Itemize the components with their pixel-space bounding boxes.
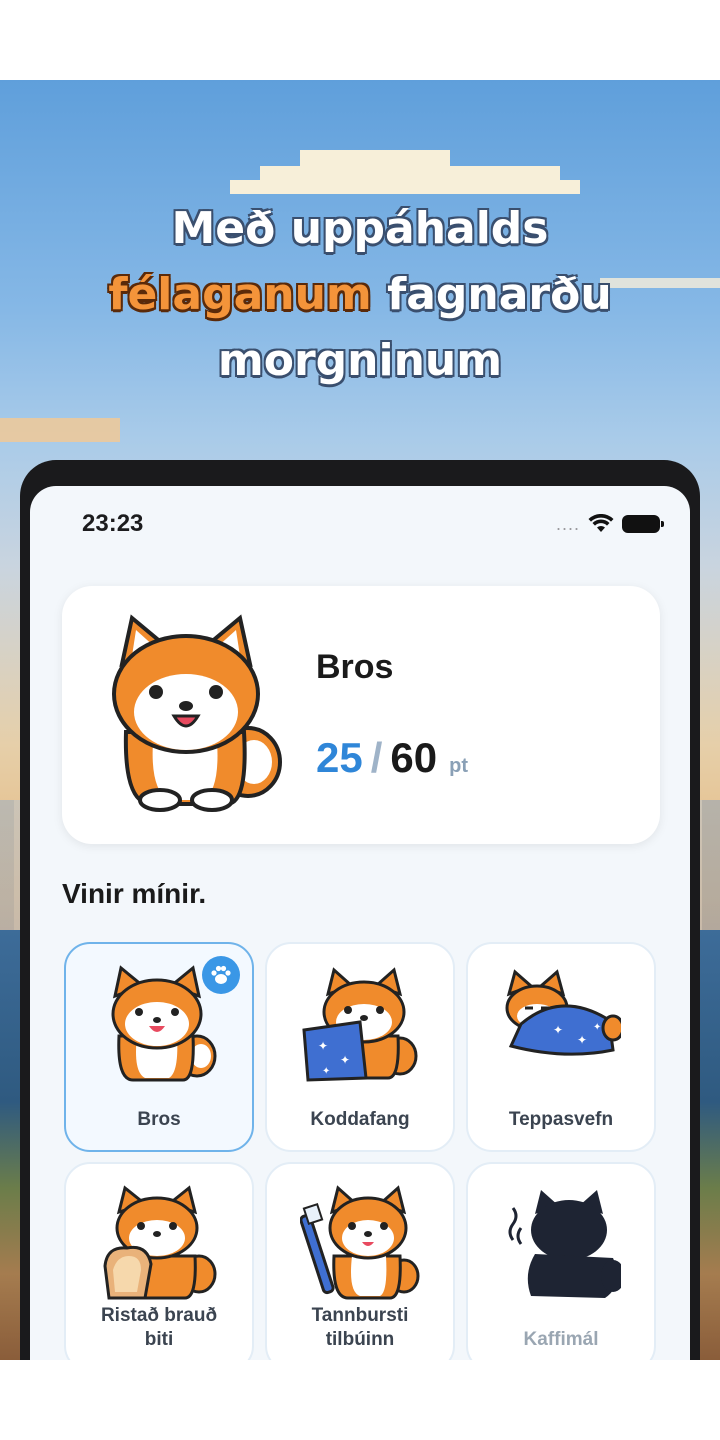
- friend-tile-bros[interactable]: Bros: [64, 942, 254, 1152]
- svg-text:✦: ✦: [553, 1023, 563, 1037]
- headline-line-3: morgninum: [217, 335, 503, 386]
- points-display: 25 / 60 pt: [316, 734, 468, 782]
- headline-line-2: félaganum fagnarðu: [0, 262, 720, 328]
- friend-label: Teppasvefn: [508, 1109, 614, 1130]
- headline-line-1: Með uppáhalds: [171, 203, 549, 254]
- shiba-smile-icon: [111, 965, 217, 1082]
- points-separator: /: [370, 734, 383, 781]
- shiba-portrait-icon: [112, 614, 282, 812]
- status-icons: ....: [555, 513, 664, 535]
- friends-grid: Bros ✦ ✦ ✦ Koddafang ✦ ✦ ✦ Teppasvefn Ri…: [64, 942, 656, 1360]
- battery-icon: [622, 515, 664, 533]
- svg-text:✦: ✦: [318, 1039, 328, 1053]
- profile-card: Bros 25 / 60 pt: [62, 586, 660, 844]
- friend-tile-teppasvefn[interactable]: ✦ ✦ ✦ Teppasvefn: [466, 942, 656, 1152]
- friend-label: Koddafang: [310, 1109, 410, 1130]
- status-time: 23:23: [82, 510, 144, 537]
- headline: Með uppáhalds félaganum fagnarðu morgnin…: [0, 196, 720, 394]
- hero-background: Með uppáhalds félaganum fagnarðu morgnin…: [0, 80, 720, 1360]
- friend-tile-ristad-braud[interactable]: Ristað brauð biti: [64, 1162, 254, 1360]
- friends-section-title: Vinir mínir.: [62, 878, 207, 909]
- signal-dots: ....: [555, 513, 580, 534]
- shiba-toothbrush-icon: [300, 1185, 420, 1300]
- status-bar: 23:23 ....: [82, 508, 664, 540]
- locked-silhouette-icon: [508, 1190, 621, 1298]
- friend-tile-koddafang[interactable]: ✦ ✦ ✦ Koddafang: [265, 942, 455, 1152]
- svg-text:✦: ✦: [577, 1033, 587, 1047]
- cloud: [0, 418, 120, 442]
- friend-label: Kaffimál: [523, 1329, 599, 1350]
- phone-frame: 23:23 .... Bros 25 / 60 pt Vinir mínir. …: [20, 460, 700, 1360]
- paw-icon: [202, 956, 240, 994]
- friend-label: Tannbursti tilbúinn: [311, 1305, 409, 1350]
- shiba-toast-icon: [103, 1185, 217, 1300]
- points-unit: pt: [449, 755, 468, 777]
- headline-line-2-rest: fagnarðu: [371, 269, 612, 320]
- svg-text:✦: ✦: [593, 1022, 601, 1033]
- svg-text:✦: ✦: [340, 1053, 350, 1067]
- svg-text:✦: ✦: [322, 1066, 330, 1077]
- shiba-pillow-icon: ✦ ✦ ✦: [302, 967, 418, 1082]
- cloud: [230, 180, 580, 194]
- points-current: 25: [316, 734, 363, 781]
- friend-tile-tannbursti[interactable]: Tannbursti tilbúinn: [265, 1162, 455, 1360]
- wifi-icon: [588, 514, 614, 532]
- shiba-blanket-icon: ✦ ✦ ✦: [505, 969, 621, 1056]
- phone-screen: 23:23 .... Bros 25 / 60 pt Vinir mínir. …: [30, 486, 690, 1360]
- profile-name: Bros: [316, 648, 394, 686]
- friend-label: Bros: [137, 1109, 181, 1130]
- points-max: 60: [390, 734, 438, 781]
- headline-highlight: félaganum: [108, 269, 372, 320]
- friend-tile-kaffimal-locked[interactable]: Kaffimál: [466, 1162, 656, 1360]
- friend-label: Ristað brauð biti: [100, 1305, 218, 1350]
